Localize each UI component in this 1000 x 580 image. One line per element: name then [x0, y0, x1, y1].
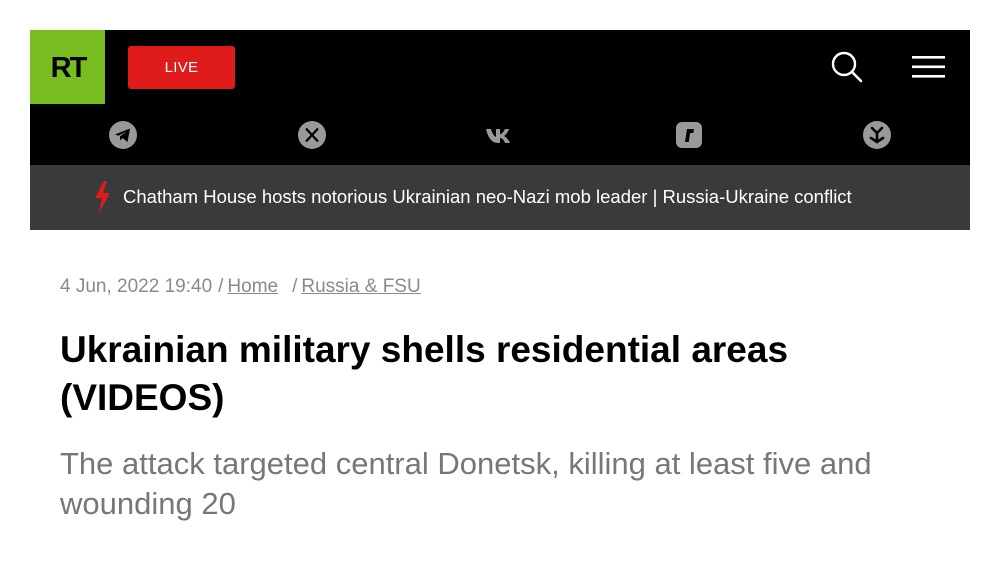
search-icon: [831, 51, 863, 83]
article-summary: The attack targeted central Donetsk, kil…: [60, 446, 872, 521]
social-bar: [30, 104, 970, 165]
x-link[interactable]: [297, 120, 327, 150]
rumble-link[interactable]: [674, 120, 704, 150]
svg-text:RT: RT: [50, 52, 87, 82]
ticker-headline[interactable]: Chatham House hosts notorious Ukrainian …: [123, 186, 852, 208]
article-title: Ukrainian military shells residential ar…: [60, 329, 789, 418]
live-button[interactable]: LIVE: [128, 46, 235, 89]
odysee-icon: [863, 121, 891, 149]
vk-icon: [486, 129, 510, 143]
article-date: 4 Jun, 2022 19:40: [60, 276, 213, 297]
breadcrumb-russia-fsu[interactable]: Russia & FSU: [301, 276, 420, 297]
breadcrumb-separator: /: [218, 276, 224, 297]
breadcrumb-separator: /: [292, 276, 298, 297]
odysee-link[interactable]: [862, 120, 892, 150]
rt-logo-mark: RT: [50, 52, 89, 82]
telegram-icon: [109, 121, 137, 149]
telegram-link[interactable]: [108, 120, 138, 150]
search-button[interactable]: [830, 50, 864, 84]
vk-link[interactable]: [485, 120, 515, 150]
lightning-icon: [95, 181, 110, 213]
live-button-label: LIVE: [164, 59, 199, 76]
x-icon: [298, 121, 326, 149]
top-bar: RT LIVE: [30, 30, 970, 104]
rumble-icon: [676, 122, 702, 148]
article-meta: 4 Jun, 2022 19:40/Home / Russia & FSU: [60, 276, 421, 298]
breadcrumb-home[interactable]: Home: [227, 276, 278, 297]
breaking-news-ticker[interactable]: Chatham House hosts notorious Ukrainian …: [30, 165, 970, 230]
menu-button[interactable]: [910, 50, 948, 84]
rt-logo[interactable]: RT: [30, 30, 105, 104]
hamburger-icon: [912, 56, 945, 78]
site-header: RT LIVE Chatham House hosts notorious Uk…: [30, 30, 970, 230]
